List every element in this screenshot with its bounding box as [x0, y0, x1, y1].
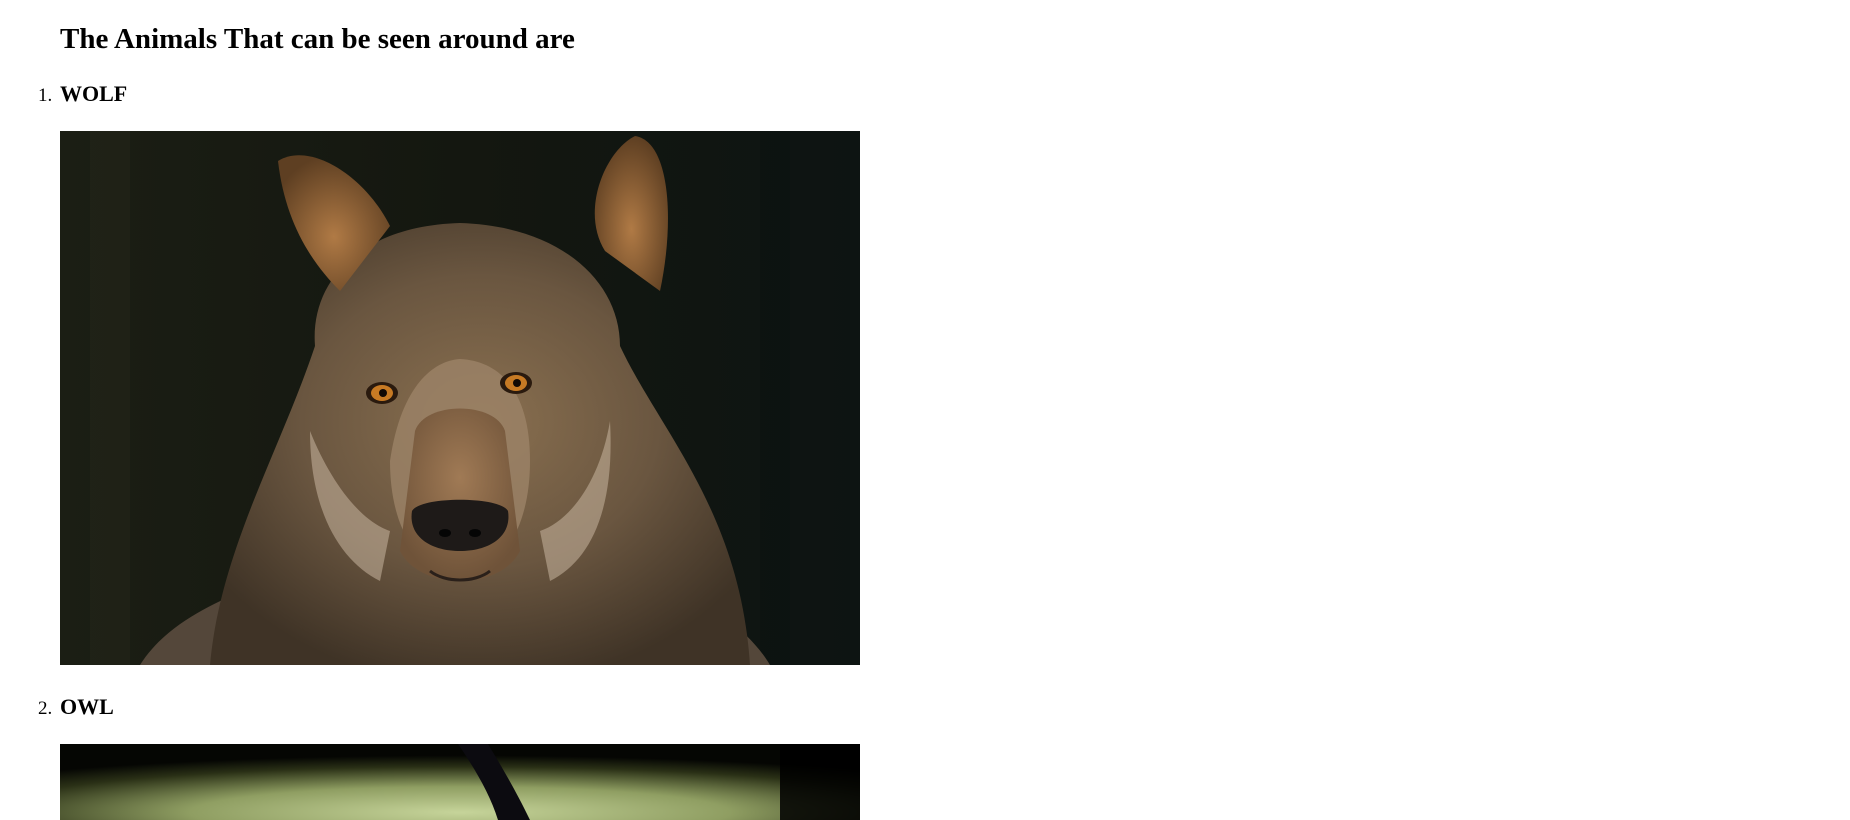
list-number-2: 2.: [38, 698, 53, 719]
owl-image: [60, 744, 860, 820]
animal-name-wolf: WOLF: [60, 81, 128, 106]
list-number-1: 1.: [38, 85, 53, 106]
wolf-image: [60, 131, 860, 665]
page-title: The Animals That can be seen around are: [60, 23, 575, 55]
animal-name-owl: OWL: [60, 694, 114, 719]
